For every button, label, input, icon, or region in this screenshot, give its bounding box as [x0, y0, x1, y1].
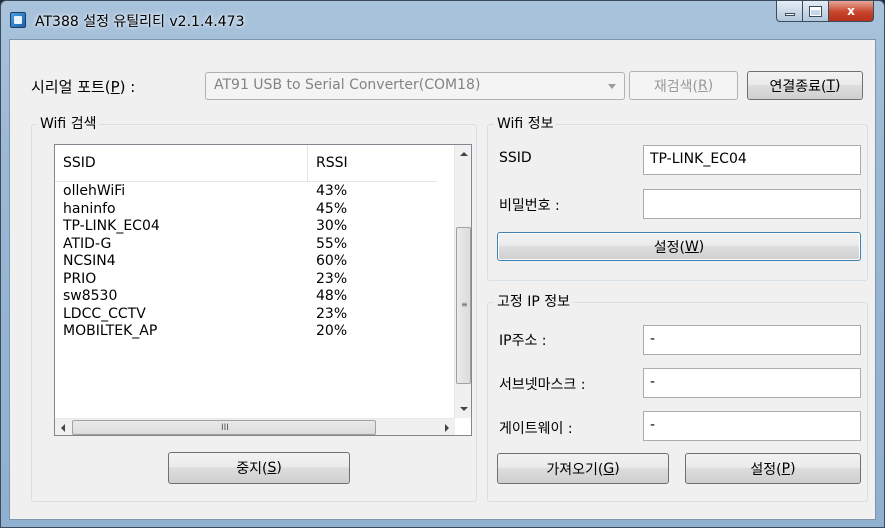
table-row[interactable]: NCSIN4 60%: [55, 253, 437, 271]
client-area: 시리얼 포트(P) : AT91 USB to Serial Converter…: [9, 39, 876, 520]
minimize-button[interactable]: [776, 1, 803, 22]
row-ssid: haninfo: [63, 200, 116, 217]
stop-suffix: ): [276, 460, 282, 476]
wifi-set-button[interactable]: 설정(W): [497, 232, 861, 261]
ssid-label: SSID: [499, 150, 532, 166]
row-rssi: 30%: [316, 218, 348, 234]
password-label: 비밀번호 :: [499, 198, 560, 214]
table-row[interactable]: LDCC_CCTV 23%: [55, 306, 437, 324]
wifi-scan-group-title: Wifi 검색: [37, 113, 100, 133]
ip-address-field[interactable]: -: [643, 325, 861, 355]
horizontal-scrollbar[interactable]: III: [55, 418, 455, 435]
password-field[interactable]: [643, 189, 861, 219]
row-rssi: 48%: [316, 288, 348, 304]
chevron-down-icon: [608, 84, 616, 89]
wifi-set-label: 설정(: [653, 239, 685, 256]
column-header-rssi[interactable]: RSSI: [308, 145, 437, 181]
static-ip-group-title: 고정 IP 정보: [494, 291, 573, 311]
stop-key: S: [267, 460, 277, 476]
app-window: AT388 설정 유틸리티 v2.1.4.473 x 시리얼 포트(P) : A…: [0, 0, 885, 528]
row-rssi: 60%: [316, 253, 348, 269]
stop-label: 중지(: [236, 461, 268, 477]
row-ssid: MOBILTEK_AP: [63, 323, 158, 339]
ip-address-label: IP주소 :: [499, 333, 547, 349]
column-header-ssid[interactable]: SSID: [55, 145, 308, 181]
fetch-button[interactable]: 가져오기(G): [497, 453, 669, 484]
serial-port-label-suffix: ) :: [119, 78, 136, 96]
scroll-up-icon[interactable]: [460, 152, 468, 156]
scroll-right-icon[interactable]: [445, 424, 449, 432]
table-row[interactable]: sw8530 48%: [55, 288, 437, 306]
row-ssid: sw8530: [63, 288, 118, 304]
stop-button[interactable]: 중지(S): [168, 452, 350, 484]
subnet-mask-label: 서브넷마스크 :: [499, 377, 586, 393]
disconnect-suffix: ): [835, 77, 841, 94]
table-row[interactable]: ollehWiFi 43%: [55, 183, 437, 201]
close-icon: x: [847, 4, 855, 18]
row-rssi: 20%: [316, 323, 348, 339]
wifi-set-key: W: [684, 238, 699, 255]
window-title: AT388 설정 유틸리티 v2.1.4.473: [35, 14, 245, 30]
disconnect-label: 연결종료(: [769, 78, 827, 95]
table-row[interactable]: PRIO 23%: [55, 271, 437, 289]
serial-port-value: AT91 USB to Serial Converter(COM18): [214, 77, 481, 93]
serial-port-label-prefix: 시리얼 포트(: [31, 78, 111, 96]
wifi-list-rows: ollehWiFi 43% haninfo 45% TP-LINK_EC04 30% …: [55, 183, 437, 341]
scroll-left-icon[interactable]: [61, 424, 65, 432]
minimize-icon: [784, 12, 795, 16]
fetch-key: G: [603, 460, 615, 477]
rescan-button[interactable]: 재검색(R): [629, 71, 738, 100]
scroll-grip-icon: III: [221, 423, 229, 433]
window-controls: x: [776, 1, 874, 22]
table-row[interactable]: haninfo 45%: [55, 201, 437, 219]
row-ssid: NCSIN4: [63, 253, 116, 269]
fetch-label: 가져오기(: [546, 461, 604, 478]
vertical-scroll-thumb[interactable]: ≡: [456, 227, 471, 384]
wifi-list-header: SSID RSSI: [55, 145, 437, 182]
table-row[interactable]: ATID-G 55%: [55, 236, 437, 254]
title-bar[interactable]: AT388 설정 유틸리티 v2.1.4.473 x: [1, 1, 884, 39]
wifi-set-suffix: ): [698, 238, 705, 255]
gateway-field[interactable]: -: [643, 411, 861, 441]
maximize-icon: [809, 5, 822, 17]
row-rssi: 23%: [316, 305, 348, 322]
row-rssi: 55%: [316, 235, 348, 252]
ip-set-suffix: ): [790, 460, 796, 477]
vertical-scrollbar[interactable]: ≡: [454, 145, 471, 418]
table-row[interactable]: MOBILTEK_AP 20%: [55, 323, 437, 341]
row-ssid: LDCC_CCTV: [63, 305, 146, 322]
subnet-mask-field[interactable]: -: [643, 368, 861, 398]
gateway-label: 게이트웨이 :: [499, 421, 573, 437]
rescan-suffix: ): [707, 77, 714, 94]
wifi-list[interactable]: SSID RSSI ollehWiFi 43% haninfo 45% TP-LIN…: [54, 144, 472, 436]
row-rssi: 45%: [316, 200, 348, 217]
row-ssid: ATID-G: [63, 235, 112, 252]
ip-set-button[interactable]: 설정(P): [685, 453, 861, 484]
maximize-button[interactable]: [803, 1, 829, 22]
table-row[interactable]: TP-LINK_EC04 30%: [55, 218, 437, 236]
row-ssid: ollehWiFi: [63, 183, 126, 199]
serial-port-label: 시리얼 포트(P) :: [31, 76, 135, 97]
rescan-label: 재검색(: [653, 78, 698, 95]
wifi-info-group-title: Wifi 정보: [494, 113, 557, 133]
row-rssi: 43%: [316, 183, 348, 199]
app-icon: [10, 12, 26, 28]
close-button[interactable]: x: [829, 1, 874, 22]
serial-port-select[interactable]: AT91 USB to Serial Converter(COM18): [205, 72, 625, 100]
row-rssi: 23%: [316, 270, 348, 287]
disconnect-key: T: [826, 77, 836, 94]
row-ssid: PRIO: [63, 270, 97, 287]
ip-set-label: 설정(: [750, 461, 782, 478]
disconnect-button[interactable]: 연결종료(T): [747, 71, 863, 100]
ssid-field[interactable]: TP-LINK_EC04: [643, 145, 861, 175]
horizontal-scroll-thumb[interactable]: III: [72, 420, 376, 435]
row-ssid: TP-LINK_EC04: [63, 218, 160, 234]
ip-set-key: P: [781, 460, 791, 477]
scroll-down-icon[interactable]: [460, 407, 468, 411]
fetch-suffix: ): [614, 460, 620, 477]
scroll-grip-icon: ≡: [461, 300, 468, 309]
rescan-key: R: [697, 77, 708, 94]
serial-port-label-key: P: [110, 78, 120, 96]
